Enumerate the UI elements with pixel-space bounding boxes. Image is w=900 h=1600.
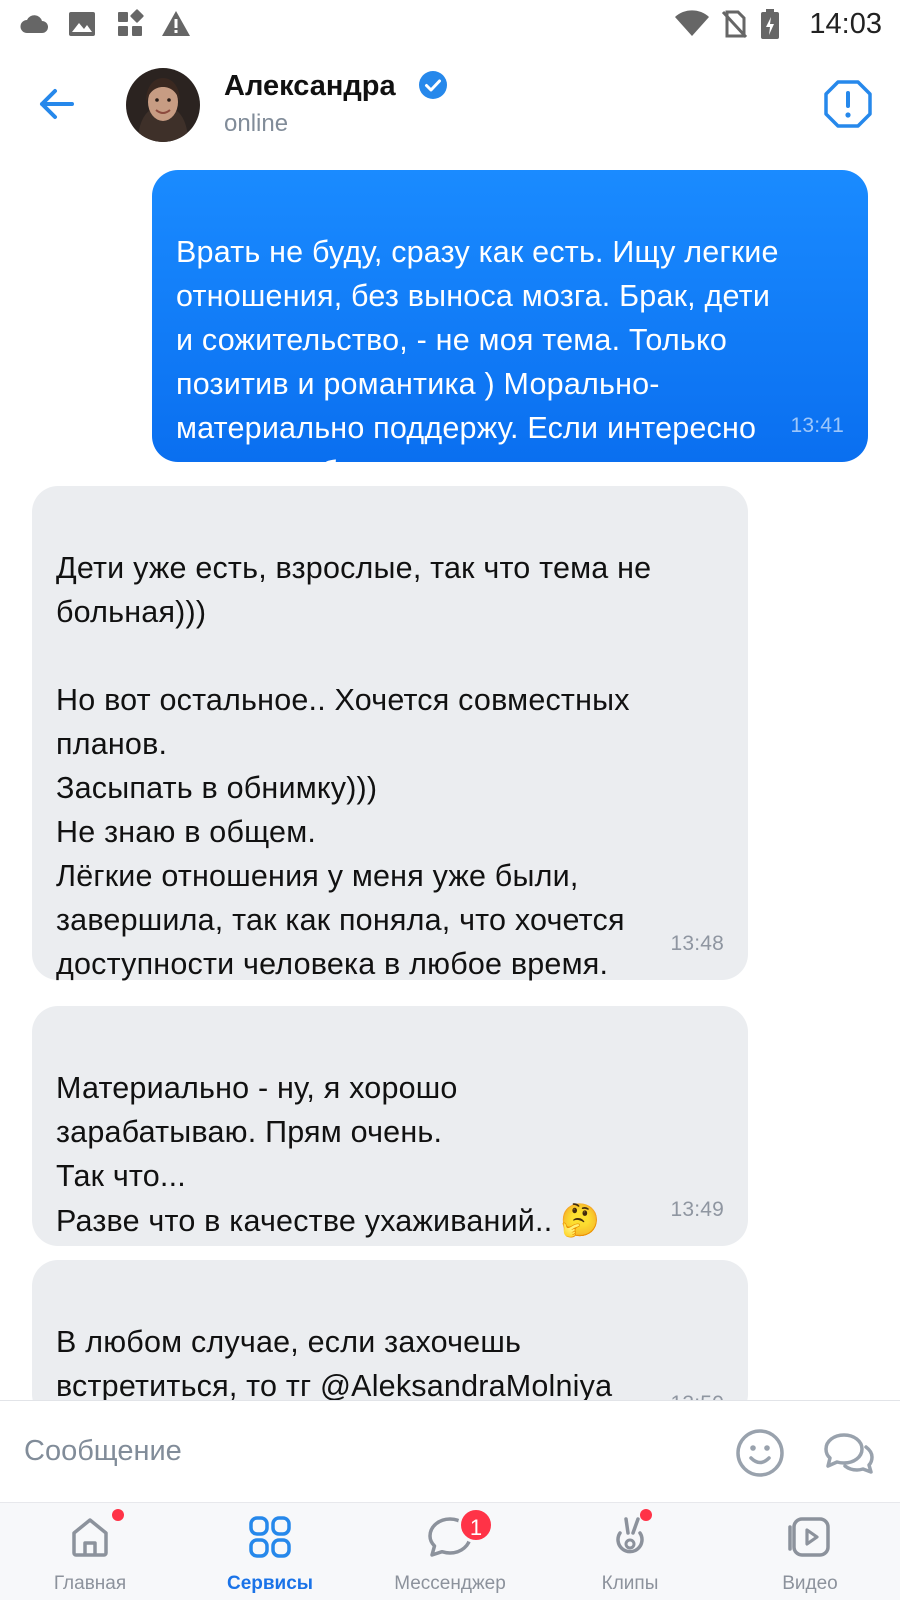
message-text-body: Материально - ну, я хорошо зарабатываю. … <box>56 1071 553 1238</box>
nav-label: Сервисы <box>226 1573 314 1594</box>
cloud-icon <box>20 15 48 33</box>
bottom-navigation: Главная Сервисы 1 Мессенджер Клипы Видео <box>0 1502 900 1600</box>
video-icon <box>788 1517 830 1557</box>
incoming-message[interactable]: Дети уже есть, взрослые, так что тема не… <box>32 486 748 981</box>
message-text: Материально - ну, я хорошо зарабатываю. … <box>56 1066 724 1243</box>
avatar-image <box>126 68 200 142</box>
wifi-icon <box>675 10 709 36</box>
incoming-message[interactable]: Материально - ну, я хорошо зарабатываю. … <box>32 1006 748 1246</box>
home-notification-dot <box>112 1509 124 1521</box>
message-time: 13:49 <box>670 1198 724 1221</box>
message-text: Врать не буду, сразу как есть. Ищу легки… <box>176 235 779 489</box>
verified-icon <box>419 71 447 99</box>
nav-label: Главная <box>53 1573 127 1594</box>
contact-name[interactable]: Александра <box>224 70 396 103</box>
contact-status: online <box>224 110 289 137</box>
message-time: 13:48 <box>670 932 724 955</box>
back-arrow-icon[interactable] <box>28 76 84 132</box>
thinking-face-emoji: 🤔 <box>560 1202 601 1238</box>
clips-notification-dot <box>640 1509 652 1521</box>
widgets-icon <box>118 9 144 36</box>
avatar[interactable] <box>126 68 200 142</box>
nav-messenger[interactable]: 1 Мессенджер <box>360 1503 540 1600</box>
image-icon <box>69 12 95 36</box>
nav-clips[interactable]: Клипы <box>540 1503 720 1600</box>
outgoing-message[interactable]: Врать не буду, сразу как есть. Ищу легки… <box>152 170 868 489</box>
home-icon <box>72 1518 108 1557</box>
incoming-message[interactable]: В любом случае, если захочешь встретитьс… <box>32 1260 748 1400</box>
nav-video[interactable]: Видео <box>720 1503 900 1600</box>
message-text: В любом случае, если захочешь встретитьс… <box>56 1325 613 1400</box>
battery-charging-icon <box>761 9 779 39</box>
message-composer <box>0 1400 900 1502</box>
chat-header: Александра online <box>0 50 900 160</box>
no-sim-icon <box>721 10 748 39</box>
message-input[interactable] <box>24 1421 684 1481</box>
chat-bubbles-icon[interactable] <box>822 1429 876 1479</box>
message-text: Дети уже есть, взрослые, так что тема не… <box>56 551 652 981</box>
nav-label: Видео <box>782 1573 838 1594</box>
status-time: 14:03 <box>809 8 882 40</box>
services-icon <box>249 1516 291 1558</box>
emoji-smile-icon[interactable] <box>734 1427 786 1479</box>
status-bar: 14:03 <box>0 0 900 50</box>
nav-home[interactable]: Главная <box>0 1503 180 1600</box>
warning-icon <box>162 11 190 36</box>
message-time: 13:50 <box>670 1382 724 1400</box>
nav-services[interactable]: Сервисы <box>180 1503 360 1600</box>
message-list[interactable]: Врать не буду, сразу как есть. Ищу легки… <box>0 160 900 1400</box>
messenger-badge: 1 <box>458 1507 494 1543</box>
report-alert-icon[interactable] <box>822 78 874 130</box>
nav-label: Мессенджер <box>394 1573 506 1594</box>
message-time: 13:41 <box>790 414 844 437</box>
nav-label: Клипы <box>601 1573 659 1594</box>
app-screen: 14:03 Александра online Врать не буду, с… <box>0 0 900 1600</box>
